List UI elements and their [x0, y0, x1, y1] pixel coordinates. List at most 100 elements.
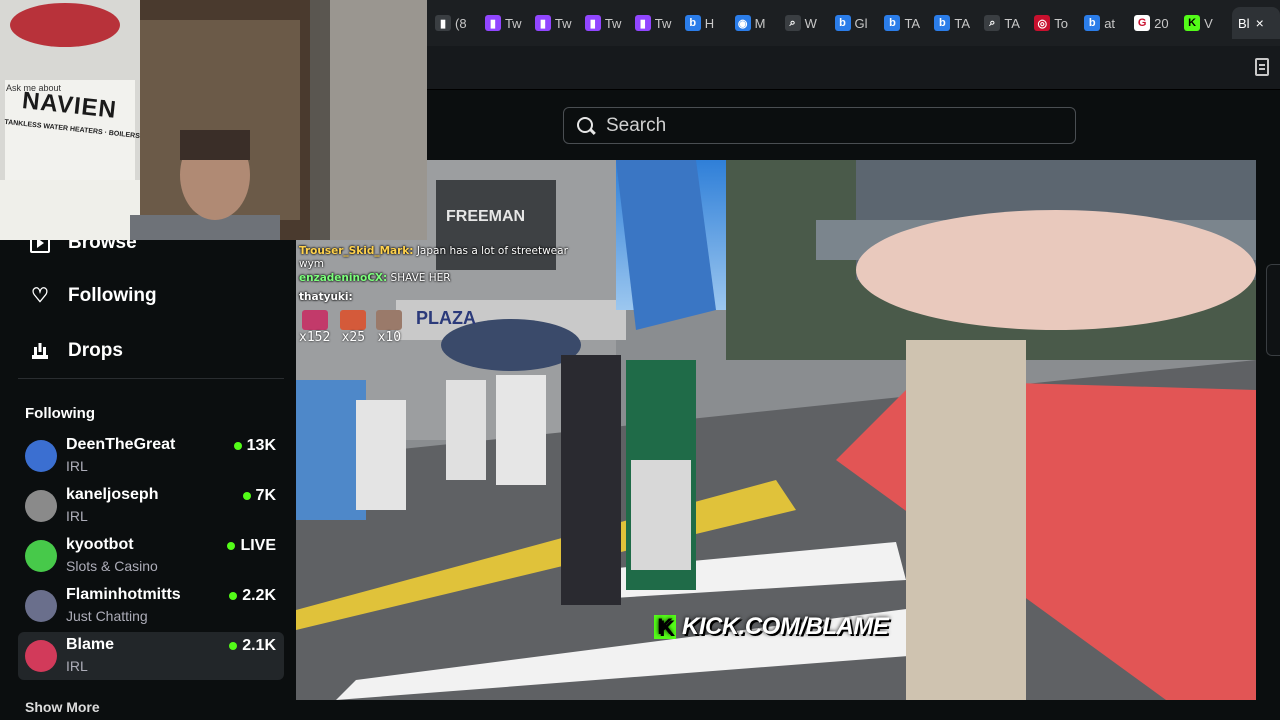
player-bottom-bar: [296, 700, 1256, 720]
show-more-link[interactable]: Show More: [25, 699, 100, 715]
viewer-count: LIVE: [227, 537, 276, 555]
video-player[interactable]: hind you hind uTrouser_Skid_Mark: Japan …: [296, 160, 1256, 700]
browser-tab-label: Tw: [604, 15, 622, 31]
reader-mode-icon[interactable]: [1255, 58, 1269, 76]
browser-tab[interactable]: b TA: [878, 7, 928, 39]
browser-tab-label: 20: [1154, 15, 1169, 31]
browser-tab[interactable]: ◉ M: [729, 7, 779, 39]
browser-tab[interactable]: ▮ Tw: [529, 7, 579, 39]
avatar: [25, 590, 57, 622]
emote-combo: x25: [340, 310, 367, 345]
browser-tab-label: W: [804, 15, 817, 31]
channel-name: DeenTheGreat: [66, 436, 176, 453]
browser-tab-label: To: [1054, 15, 1068, 31]
viewer-count-text: 7K: [255, 487, 276, 504]
viewer-count-text: LIVE: [240, 537, 276, 554]
following-heading: Following: [25, 405, 95, 422]
browser-tab[interactable]: ▮ Tw: [479, 7, 529, 39]
heart-icon: ♡: [31, 285, 49, 307]
browser-tab[interactable]: ⌕ TA: [978, 7, 1028, 39]
browser-tab-label: (8: [455, 15, 467, 31]
followed-channel-deenthegreat[interactable]: DeenTheGreat IRL 13K: [18, 432, 284, 480]
bing-icon: b: [884, 15, 901, 31]
drops-icon: [32, 343, 48, 359]
search-icon: [576, 116, 596, 136]
webcam-overlay: Ask me about NAVIEN TANKLESS WATER HEATE…: [0, 0, 427, 240]
live-dot-icon: [229, 592, 238, 600]
bing-icon: b: [1084, 15, 1101, 31]
channel-name: kaneljoseph: [66, 486, 159, 503]
sidebar-item-following[interactable]: ♡ Following: [30, 285, 157, 307]
close-icon[interactable]: ×: [1256, 15, 1264, 31]
browser-tab[interactable]: ▮ Tw: [579, 7, 629, 39]
webcam-scene: [0, 0, 427, 240]
plaza-sign: PLAZA: [416, 308, 476, 328]
chat-message: thatyuki:: [299, 291, 569, 304]
toyota-icon: ◎: [1034, 15, 1051, 31]
channel-category: IRL: [66, 458, 88, 474]
emote-icon: [340, 310, 367, 330]
viewer-count: 2.2K: [229, 587, 276, 605]
avatar: [25, 540, 57, 572]
globe-icon: ◉: [734, 15, 751, 31]
browser-tab-label: Tw: [554, 15, 572, 31]
browser-tab[interactable]: KV: [1178, 7, 1228, 39]
browser-tab[interactable]: b Gl: [829, 7, 879, 39]
viewer-count-text: 2.1K: [242, 637, 276, 654]
emote-icon: [301, 310, 328, 330]
chat-text: SHAVE HER: [390, 272, 451, 284]
bing-icon: b: [684, 15, 701, 31]
channel-name: Flaminhotmitts: [66, 586, 181, 603]
channel-name: kyootbot: [66, 536, 134, 553]
followed-channel-blame[interactable]: Blame IRL 2.1K: [18, 632, 284, 680]
browser-tab-label: V: [1204, 15, 1213, 31]
browser-tab[interactable]: b at: [1078, 7, 1128, 39]
chat-collapse-handle[interactable]: [1266, 264, 1280, 356]
sidebar-divider: [18, 378, 284, 379]
live-dot-icon: [242, 492, 251, 500]
browser-tab-label: TA: [904, 15, 921, 31]
browser-tab[interactable]: ⌕ W: [779, 7, 829, 39]
search-icon: ⌕: [784, 15, 801, 31]
browser-tab-label: TA: [954, 15, 971, 31]
avatar: [25, 640, 57, 672]
search-box[interactable]: [563, 107, 1076, 144]
search-icon: ⌕: [984, 15, 1001, 31]
browser-tab[interactable]: bH: [679, 7, 729, 39]
active-tab[interactable]: Bl ×: [1232, 7, 1280, 39]
kick-watermark: K KICK.COM/BLAME: [654, 613, 889, 641]
twitch-icon: ▮: [634, 15, 651, 31]
browser-tab[interactable]: b TA: [928, 7, 978, 39]
chat-username: thatyuki:: [299, 291, 353, 303]
sidebar-item-drops[interactable]: Drops: [30, 340, 123, 362]
twitch-icon: ▮: [584, 15, 601, 31]
browser-tab[interactable]: G 20: [1128, 7, 1178, 39]
emote-count: x10: [377, 330, 402, 345]
emote-combo: x10: [376, 310, 403, 345]
kick-logo-icon: K: [654, 614, 676, 639]
gmc-icon: G: [1134, 15, 1151, 31]
browser-tab[interactable]: ▮ (8: [429, 7, 479, 39]
emote-count: x152: [299, 330, 331, 345]
chat-username: Trouser_Skid_Mark:: [299, 245, 414, 257]
browser-tab-label: TA: [1004, 15, 1020, 31]
live-dot-icon: [233, 442, 242, 450]
followed-channel-kyootbot[interactable]: kyootbot Slots & Casino LIVE: [18, 532, 284, 580]
chat-message: enzadeninoCX: SHAVE HER: [299, 272, 569, 285]
browser-tab[interactable]: ◎ To: [1028, 7, 1078, 39]
active-tab-label: Bl: [1238, 15, 1250, 31]
browser-tab[interactable]: ▮ Tw: [629, 7, 679, 39]
twitch-icon: ▮: [534, 15, 551, 31]
search-input[interactable]: [606, 114, 1046, 137]
site-header: [296, 90, 1280, 160]
channel-name: Blame: [66, 636, 115, 653]
address-bar-area: [427, 46, 1280, 90]
kick-icon: K: [1184, 15, 1201, 31]
sidebar-item-label: Drops: [68, 340, 123, 361]
channel-category: Slots & Casino: [66, 558, 158, 574]
twitch-icon: ▮: [435, 15, 451, 31]
followed-channel-flaminhotmitts[interactable]: Flaminhotmitts Just Chatting 2.2K: [18, 582, 284, 630]
viewer-count: 13K: [233, 437, 276, 455]
followed-channel-kaneljoseph[interactable]: kaneljoseph IRL 7K: [18, 482, 284, 530]
sidebar-item-label: Following: [68, 285, 157, 306]
